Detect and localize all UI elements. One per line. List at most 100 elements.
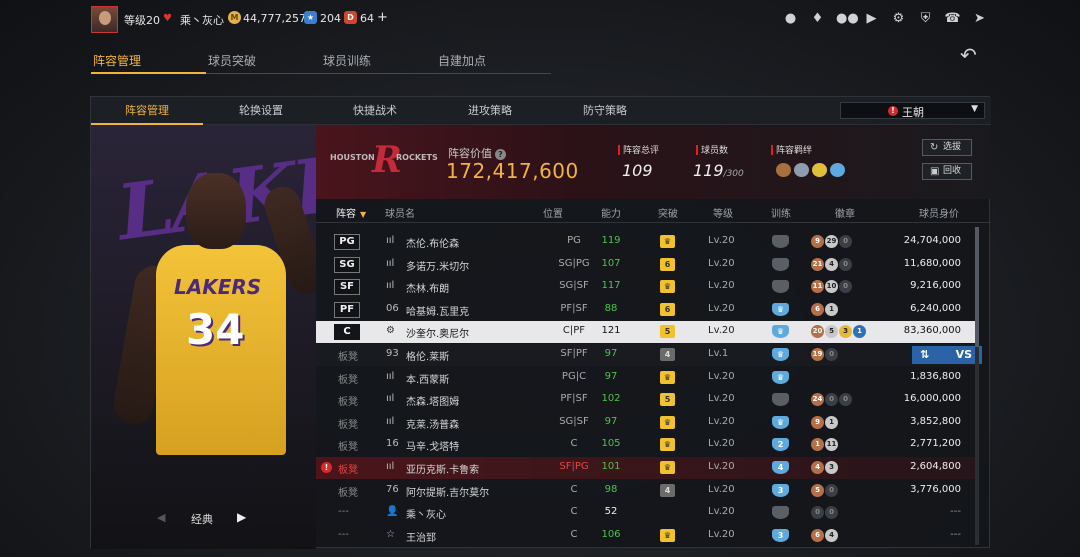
table-row[interactable]: 板凳 ııl 本.西蒙斯 PG|C 97 ♛ Lv.20 ♛ 1,836,800 <box>316 367 975 389</box>
sub-tab-rotation[interactable]: 轮换设置 <box>205 97 317 125</box>
table-row[interactable]: ! 板凳 ııl 亚历克斯.卡鲁索 SF|PG 101 ♛ Lv.20 4 4 3 2,604,800 <box>316 457 975 479</box>
main-tab-training[interactable]: 球员训练 <box>321 50 436 74</box>
star-icon: ★ <box>304 11 317 24</box>
player-name: 哈基姆.瓦里克 <box>406 306 470 318</box>
shield-icon[interactable]: ⛨ <box>917 10 934 27</box>
player-card-icon: 16 <box>386 438 399 450</box>
bond-icon[interactable] <box>812 163 827 177</box>
video-play-icon[interactable]: ▶ <box>863 10 880 27</box>
breakthrough-badge: 4 <box>660 348 675 361</box>
settings-gear-icon[interactable]: ⚙ <box>890 10 907 27</box>
badge-count-icon: 0 <box>839 393 852 407</box>
training-badge: ♛ <box>772 348 789 361</box>
training-badge: 4 <box>772 461 789 474</box>
profile-icon[interactable]: ● <box>782 10 799 27</box>
sub-tab-offense[interactable]: 进攻策略 <box>434 97 546 125</box>
main-tab-lineup[interactable]: 阵容管理 <box>91 50 206 74</box>
player-level: Lv.20 <box>708 280 735 292</box>
team-dropdown[interactable]: ! 王朝 ▼ <box>840 102 985 119</box>
player-card-icon: ııl <box>386 415 395 427</box>
col-breakthrough[interactable]: 突破 <box>658 205 678 220</box>
table-row[interactable]: 板凳 76 阿尔提斯.吉尔莫尔 C 98 4 Lv.20 3 5 0 3,776,000 <box>316 480 975 502</box>
col-name[interactable]: 球员名 <box>385 205 415 220</box>
table-row[interactable]: 板凳 16 马辛.戈塔特 C 105 ♛ Lv.20 2 1 11 2,771,200 <box>316 434 975 456</box>
points-icon: D <box>344 11 357 24</box>
bond-icon[interactable] <box>830 163 845 177</box>
lineup-slot-badge: PF <box>334 301 360 318</box>
player-jersey: LAKERS 34 <box>156 245 286 455</box>
table-row[interactable]: PF 06 哈基姆.瓦里克 PF|SF 88 6 Lv.20 ♛ 6 1 6,240,000 <box>316 299 975 321</box>
col-level[interactable]: 等级 <box>713 205 733 220</box>
player-rating: 117 <box>601 280 621 292</box>
player-card-icon: ııl <box>386 280 395 292</box>
compare-vs-button[interactable]: ⇅ VS <box>912 346 982 364</box>
sub-tab-lineup[interactable]: 阵容管理 <box>91 97 203 125</box>
table-row[interactable]: --- 👤 乘丶灰心 C 52 Lv.20 0 0 --- <box>316 502 975 524</box>
table-row[interactable]: SF ııl 杰林.布朗 SG|SF 117 ♛ Lv.20 11 10 0 9,216,000 <box>316 276 975 298</box>
col-rating[interactable]: 能力 <box>601 205 621 220</box>
badge-count-icon: 1 <box>853 325 866 339</box>
table-row[interactable]: 板凳 93 格伦.莱斯 SF|PF 97 4 Lv.1 ♛ 19 0 ⇅ VS <box>316 344 982 366</box>
col-value[interactable]: 球员身价 <box>919 205 959 220</box>
notification-bell-icon[interactable]: ♦ <box>809 10 826 27</box>
next-arrow-icon[interactable]: ▶ <box>237 510 246 524</box>
player-name: 克莱.汤普森 <box>406 419 460 431</box>
breakthrough-badge: 4 <box>660 483 675 497</box>
headset-support-icon[interactable]: ☎ <box>944 10 961 27</box>
team-name: 乘丶灰心 <box>180 14 224 27</box>
star-count: 204 <box>320 12 341 25</box>
bond-icon[interactable] <box>794 163 809 177</box>
table-row[interactable]: --- ☆ 王治郅 C 106 ♛ Lv.20 3 6 4 --- <box>316 525 975 547</box>
main-tab-custom-points[interactable]: 自建加点 <box>436 50 551 74</box>
prev-arrow-icon[interactable]: ◀ <box>157 511 165 524</box>
select-button[interactable]: ↻ 选拔 <box>922 139 972 156</box>
player-card-icon: ⚙ <box>386 325 395 337</box>
sub-tab-defense[interactable]: 防守策略 <box>549 97 661 125</box>
player-name: 本.西蒙斯 <box>406 374 450 386</box>
col-training[interactable]: 训练 <box>771 205 791 220</box>
recycle-button[interactable]: ▣ 回收 <box>922 163 972 180</box>
player-value: 2,771,200 <box>910 438 961 450</box>
add-currency-button[interactable]: + <box>377 10 388 25</box>
table-row[interactable]: PG ııl 杰伦.布伦森 PG 119 ♛ Lv.20 9 29 0 24,704,000 <box>316 231 975 253</box>
scrollbar[interactable] <box>975 227 979 545</box>
table-row[interactable]: 板凳 ııl 杰森.塔图姆 PF|SF 102 5 Lv.20 24 0 0 16,000,000 <box>316 389 975 411</box>
badge-group: 43 <box>811 461 838 474</box>
bond-icon[interactable] <box>776 163 791 177</box>
col-lineup[interactable]: 阵容 ▼ <box>336 205 366 220</box>
player-position: C <box>570 438 578 450</box>
player-name: 杰林.布朗 <box>406 284 450 296</box>
lineup-slot-label: 板凳 <box>338 487 358 499</box>
col-position[interactable]: 位置 <box>543 205 563 220</box>
logout-icon[interactable]: ➤ <box>971 10 988 27</box>
points-count: 64 <box>360 12 374 25</box>
player-avatar[interactable] <box>91 6 118 33</box>
badge-count-icon: 11 <box>811 280 824 294</box>
breakthrough-badge: ♛ <box>660 528 675 542</box>
friends-icon[interactable]: ●● <box>836 10 859 27</box>
main-tab-breakthrough[interactable]: 球员突破 <box>206 50 321 74</box>
player-position: PG|C <box>561 370 587 382</box>
recycle-icon: ▣ <box>930 166 940 177</box>
select-button-label: 选拔 <box>943 142 962 152</box>
sub-tab-quick-tactics[interactable]: 快捷战术 <box>319 97 431 125</box>
player-position: SF|PG <box>559 461 589 472</box>
top-icons: ● ♦ ●● ▶ ⚙ ⛨ ☎ ➤ <box>782 10 988 27</box>
training-badge <box>772 393 789 407</box>
badge-count-icon: 5 <box>825 325 838 339</box>
back-arrow-icon[interactable]: ↶ <box>960 44 990 66</box>
player-rating: 105 <box>601 438 621 450</box>
scrollbar-thumb[interactable] <box>975 227 979 347</box>
player-level: Lv.20 <box>708 325 735 337</box>
warning-icon: ! <box>321 462 332 473</box>
col-badges[interactable]: 徽章 <box>835 205 855 220</box>
swap-icon: ⇅ <box>920 348 930 361</box>
player-count-label: 球员数 <box>696 143 728 156</box>
table-row[interactable]: C ⚙ 沙奎尔.奥尼尔 C|PF 121 5 Lv.20 ♛ 20 5 3 1 83,360,000 <box>316 321 975 344</box>
player-value: 1,836,800 <box>910 370 961 382</box>
table-row[interactable]: 板凳 ııl 克莱.汤普森 SG|SF 97 ♛ Lv.20 ♛ 9 1 3,852,800 <box>316 412 975 434</box>
player-position: C|PF <box>562 325 586 337</box>
player-value: 6,240,000 <box>910 302 961 314</box>
lineup-slot-label: 板凳 <box>338 374 358 386</box>
table-row[interactable]: SG ııl 多诺万.米切尔 SG|PG 107 6 Lv.20 21 4 0 11,680,000 <box>316 254 975 276</box>
